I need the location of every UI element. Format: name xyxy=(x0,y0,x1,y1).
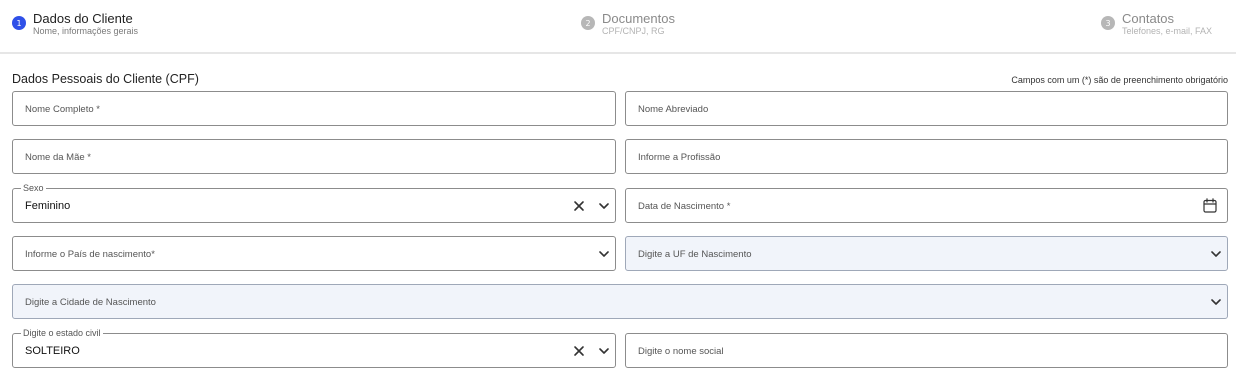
step-title: Dados do Cliente xyxy=(33,11,133,26)
sexo-select[interactable]: Sexo Feminino xyxy=(12,183,616,223)
chevron-down-icon[interactable] xyxy=(1209,295,1223,309)
nome-social-field[interactable]: Digite o nome social xyxy=(625,333,1228,368)
estado-civil-label: Digite o estado civil xyxy=(21,328,103,339)
step-subtitle: Telefones, e-mail, FAX xyxy=(1122,26,1213,36)
close-icon[interactable] xyxy=(572,344,586,358)
nome-mae-placeholder: Nome da Mãe * xyxy=(25,152,92,163)
estado-civil-value: SOLTEIRO xyxy=(25,345,80,357)
step-contatos[interactable]: 3 Contatos Telefones, e-mail, FAX xyxy=(1101,12,1212,37)
step-title: Contatos xyxy=(1122,11,1175,26)
estado-civil-select[interactable]: Digite o estado civil SOLTEIRO xyxy=(12,328,616,368)
data-nascimento-field[interactable]: Data de Nascimento * xyxy=(625,188,1228,223)
step-title: Documentos xyxy=(602,11,675,26)
uf-nascimento-placeholder: Digite a UF de Nascimento xyxy=(638,249,752,260)
step-number-badge: 1 xyxy=(12,16,26,30)
pais-nascimento-select[interactable]: Informe o País de nascimento* xyxy=(12,236,616,271)
cidade-nascimento-placeholder: Digite a Cidade de Nascimento xyxy=(25,297,156,308)
profissao-field[interactable]: Informe a Profissão xyxy=(625,139,1228,174)
step-dados-cliente[interactable]: 1 Dados do Cliente Nome, informações ger… xyxy=(12,12,138,37)
profissao-placeholder: Informe a Profissão xyxy=(638,152,721,163)
step-number-badge: 2 xyxy=(581,16,595,30)
chevron-down-icon[interactable] xyxy=(597,247,611,261)
calendar-icon[interactable] xyxy=(1202,197,1218,214)
section-title: Dados Pessoais do Cliente (CPF) xyxy=(12,72,199,86)
nome-completo-placeholder: Nome Completo * xyxy=(25,104,100,115)
nome-abreviado-field[interactable]: Nome Abreviado xyxy=(625,91,1228,126)
uf-nascimento-select[interactable]: Digite a UF de Nascimento xyxy=(625,236,1228,271)
cidade-nascimento-select[interactable]: Digite a Cidade de Nascimento xyxy=(12,284,1228,319)
nome-abreviado-placeholder: Nome Abreviado xyxy=(638,104,709,115)
stepper: 1 Dados do Cliente Nome, informações ger… xyxy=(0,0,1236,54)
step-subtitle: CPF/CNPJ, RG xyxy=(602,26,665,36)
close-icon[interactable] xyxy=(572,199,586,213)
nome-completo-field[interactable]: Nome Completo * xyxy=(12,91,616,126)
chevron-down-icon[interactable] xyxy=(1209,247,1223,261)
data-nascimento-placeholder: Data de Nascimento * xyxy=(638,201,731,212)
nome-mae-field[interactable]: Nome da Mãe * xyxy=(12,139,616,174)
sexo-label: Sexo xyxy=(21,183,46,194)
step-subtitle: Nome, informações gerais xyxy=(33,26,139,36)
step-documentos[interactable]: 2 Documentos CPF/CNPJ, RG xyxy=(581,12,675,37)
chevron-down-icon[interactable] xyxy=(597,199,611,213)
sexo-value: Feminino xyxy=(25,200,71,212)
nome-social-placeholder: Digite o nome social xyxy=(638,346,724,357)
pais-nascimento-placeholder: Informe o País de nascimento* xyxy=(25,249,155,260)
chevron-down-icon[interactable] xyxy=(597,344,611,358)
required-fields-note: Campos com um (*) são de preenchimento o… xyxy=(1011,75,1228,85)
step-number-badge: 3 xyxy=(1101,16,1115,30)
